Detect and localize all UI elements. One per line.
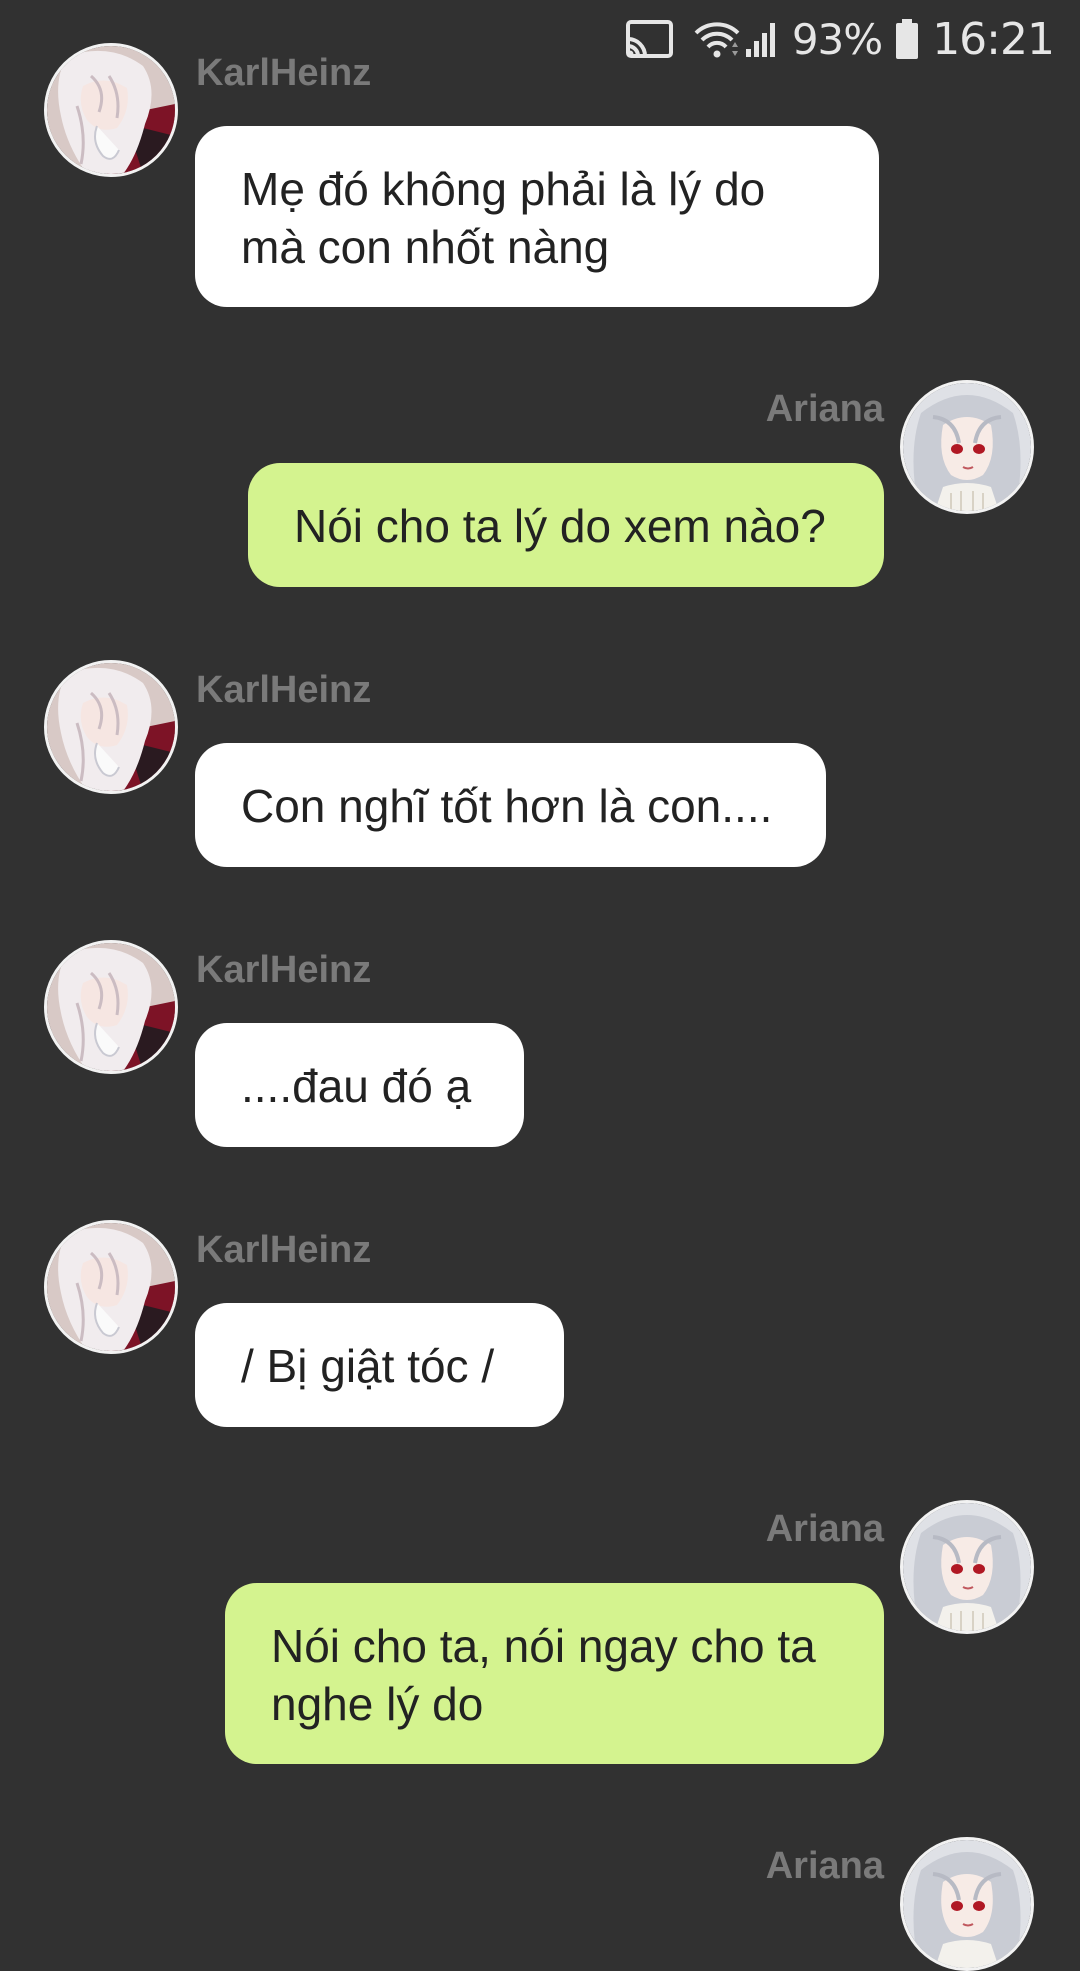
sender-name: KarlHeinz	[196, 669, 372, 711]
sender-name: KarlHeinz	[196, 1229, 372, 1271]
sender-name: Ariana	[765, 1508, 884, 1550]
wifi-icon	[694, 19, 740, 59]
battery-icon	[894, 18, 920, 60]
message-bubble-incoming: ....đau đó ạ	[195, 1023, 524, 1147]
avatar-karlheinz[interactable]	[44, 43, 178, 177]
cast-icon	[624, 19, 674, 59]
message-bubble-incoming: Mẹ đó không phải là lý do mà con nhốt nà…	[195, 126, 879, 307]
sender-name: KarlHeinz	[196, 52, 372, 94]
message-bubble-outgoing: Nói cho ta lý do xem nào?	[248, 463, 884, 587]
avatar-karlheinz[interactable]	[44, 1220, 178, 1354]
message-bubble-incoming: Con nghĩ tốt hơn là con....	[195, 743, 826, 867]
message-bubble-incoming: / Bị giật tóc /	[195, 1303, 564, 1427]
message-bubble-outgoing: Nói cho ta, nói ngay cho ta nghe lý do	[225, 1583, 884, 1764]
sender-name: KarlHeinz	[196, 949, 372, 991]
avatar-karlheinz[interactable]	[44, 940, 178, 1074]
battery-percent: 93%	[791, 14, 883, 64]
status-bar: 93% 16:21	[624, 0, 1080, 78]
sender-name: Ariana	[765, 1845, 884, 1887]
avatar-ariana[interactable]	[900, 1837, 1034, 1971]
avatar-ariana[interactable]	[900, 380, 1034, 514]
avatar-karlheinz[interactable]	[44, 660, 178, 794]
avatar-ariana[interactable]	[900, 1500, 1034, 1634]
clock: 16:21	[932, 13, 1055, 65]
signal-icon	[744, 19, 780, 59]
sender-name: Ariana	[765, 388, 884, 430]
